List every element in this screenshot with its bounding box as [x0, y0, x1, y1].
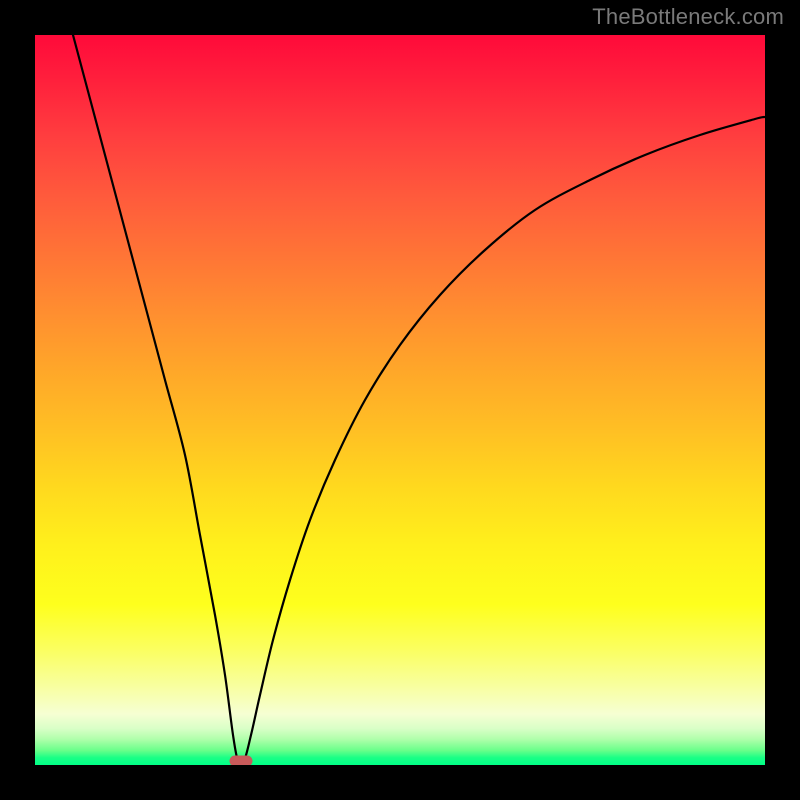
plot-area: [35, 35, 765, 765]
minimum-marker: [230, 756, 253, 766]
chart-frame: TheBottleneck.com: [0, 0, 800, 800]
watermark-text: TheBottleneck.com: [592, 4, 784, 30]
bottleneck-curve: [35, 35, 765, 765]
